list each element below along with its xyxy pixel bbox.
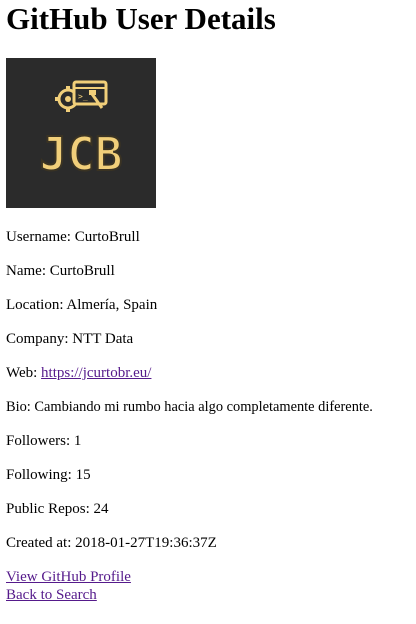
web-label: Web: [6, 365, 38, 381]
following-label: Following: [6, 467, 72, 483]
created-row: Created at: 2018-01-27T19:36:37Z [6, 534, 217, 552]
location-row: Location: Almería, Spain [6, 296, 157, 314]
avatar: >_ JCB [6, 58, 156, 208]
followers-label: Followers: [6, 433, 71, 449]
repos-label: Public Repos: [6, 501, 90, 517]
web-row: Web: https://jcurtobr.eu/ [6, 364, 151, 382]
created-value: 2018-01-27T19:36:37Z [75, 535, 217, 551]
page-title: GitHub User Details [6, 1, 276, 36]
location-label: Location: [6, 297, 64, 313]
created-label: Created at: [6, 535, 72, 551]
profile-link-row: View GitHub Profile [6, 568, 131, 586]
repos-row: Public Repos: 24 [6, 500, 109, 518]
username-row: Username: CurtoBrull [6, 228, 140, 246]
web-link[interactable]: https://jcurtobr.eu/ [41, 365, 151, 381]
following-row: Following: 15 [6, 466, 91, 484]
page: GitHub User Details >_ JCB Username: Cur… [0, 0, 416, 624]
name-value: CurtoBrull [49, 263, 115, 279]
bio-row: Bio: Cambiando mi rumbo hacia algo compl… [6, 398, 373, 416]
company-row: Company: NTT Data [6, 330, 133, 348]
logo-letters: JCB [38, 126, 123, 182]
bio-value: Cambiando mi rumbo hacia algo completame… [34, 399, 373, 415]
following-value: 15 [75, 467, 91, 483]
location-value: Almería, Spain [66, 297, 158, 313]
followers-row: Followers: 1 [6, 432, 81, 450]
view-github-profile-link[interactable]: View GitHub Profile [6, 569, 131, 585]
username-value: CurtoBrull [74, 229, 140, 245]
back-link-row: Back to Search [6, 586, 97, 604]
name-row: Name: CurtoBrull [6, 262, 115, 280]
logo-text: JCB [39, 127, 122, 181]
bio-label: Bio: [6, 399, 31, 415]
back-to-search-link[interactable]: Back to Search [6, 587, 97, 603]
company-value: NTT Data [72, 331, 134, 347]
company-label: Company: [6, 331, 69, 347]
name-label: Name: [6, 263, 46, 279]
repos-value: 24 [93, 501, 109, 517]
svg-text:>_: >_ [78, 92, 88, 101]
followers-value: 1 [73, 433, 82, 449]
username-label: Username: [6, 229, 71, 245]
